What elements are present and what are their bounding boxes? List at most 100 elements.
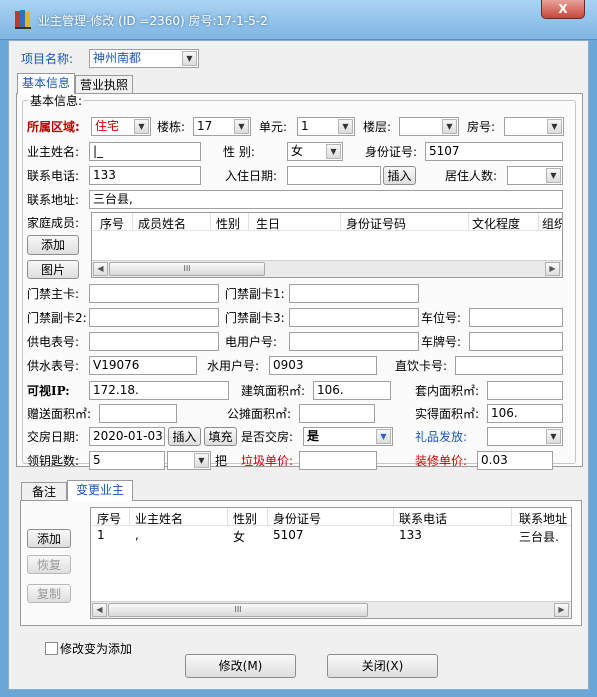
chevron-down-icon[interactable]: ▼: [194, 453, 209, 468]
owner-name-label: 业主姓名:: [27, 145, 80, 159]
family-add-button[interactable]: 添加: [27, 235, 79, 255]
decoration-price-input[interactable]: 0.03: [477, 451, 553, 470]
power-meter-input[interactable]: [89, 332, 219, 351]
family-col-name: 成员姓名: [138, 217, 187, 231]
close-window-button[interactable]: X: [541, 0, 585, 19]
residents-select[interactable]: ▼: [507, 166, 563, 185]
gift-area-label: 赠送面积㎡:: [27, 407, 92, 421]
parking-input[interactable]: [469, 308, 563, 327]
owner-name-input[interactable]: |_: [89, 142, 201, 161]
app-books-icon: [15, 10, 31, 29]
water-account-input[interactable]: 0903: [269, 356, 377, 375]
chevron-down-icon[interactable]: ▼: [442, 119, 457, 134]
movein-date-input[interactable]: [287, 166, 381, 185]
chevron-down-icon[interactable]: ▼: [234, 119, 249, 134]
plate-input[interactable]: [469, 332, 563, 351]
access-main-label: 门禁主卡:: [27, 287, 80, 301]
power-account-input[interactable]: [289, 332, 419, 351]
change-restore-button: 恢复: [27, 555, 71, 574]
chevron-down-icon[interactable]: ▼: [546, 168, 561, 183]
handover-date-label: 交房日期:: [27, 430, 80, 444]
access-sub1-input[interactable]: [289, 284, 419, 303]
water-meter-input[interactable]: V19076: [89, 356, 197, 375]
id-number-input[interactable]: 5107: [425, 142, 563, 161]
access-sub2-input[interactable]: [89, 308, 219, 327]
change-table-header: 序号 业主姓名 性别 身份证号 联系电话 联系地址: [91, 508, 571, 526]
family-photo-button[interactable]: 图片: [27, 260, 79, 279]
shared-area-input[interactable]: [299, 404, 375, 423]
change-owner-table[interactable]: 序号 业主姓名 性别 身份证号 联系电话 联系地址 1 , 女 5107 133…: [90, 507, 572, 619]
building-select[interactable]: 17 ▼: [193, 117, 251, 136]
build-area-label: 建筑面积㎡:: [241, 384, 306, 398]
chevron-down-icon[interactable]: ▼: [182, 51, 197, 66]
room-label: 房号:: [467, 120, 496, 134]
plate-label: 车牌号:: [421, 335, 462, 349]
tab-business-license[interactable]: 营业执照: [75, 75, 133, 94]
drink-card-input[interactable]: [455, 356, 563, 375]
access-sub1-label: 门禁副卡1:: [225, 287, 285, 301]
gift-distribution-select[interactable]: ▼: [487, 427, 563, 446]
actual-area-label: 实得面积㎡:: [415, 407, 480, 421]
chevron-down-icon[interactable]: ▼: [134, 119, 149, 134]
chevron-down-icon[interactable]: ▼: [547, 119, 562, 134]
modify-as-add-checkbox[interactable]: [45, 642, 58, 655]
inner-area-input[interactable]: [487, 381, 563, 400]
shared-area-label: 公摊面积㎡:: [227, 407, 292, 421]
row-id: 5107: [273, 528, 304, 542]
room-select[interactable]: ▼: [504, 117, 564, 136]
scroll-left-icon[interactable]: ◀: [93, 262, 108, 276]
movein-insert-button[interactable]: 插入: [383, 166, 416, 185]
row-address: 三台县.: [519, 530, 559, 544]
row-no: 1: [97, 528, 105, 542]
change-owner-panel: 添加 恢复 复制 序号 业主姓名 性别 身份证号 联系电话 联系地址 1 , 女: [20, 500, 582, 626]
close-button[interactable]: 关闭(X): [327, 654, 438, 678]
tab-basic-info[interactable]: 基本信息: [17, 73, 75, 94]
handover-fill-button[interactable]: 填充: [204, 427, 237, 446]
scroll-right-icon[interactable]: ▶: [554, 603, 569, 617]
modify-button[interactable]: 修改(M): [185, 654, 296, 678]
project-select[interactable]: 神州南都 ▼: [89, 49, 199, 68]
change-add-button[interactable]: 添加: [27, 529, 71, 548]
table-row[interactable]: 1 , 女 5107 133 三台县.: [91, 526, 571, 544]
family-table-header: 序号 成员姓名 性别 生日 身份证号码 文化程度 组织: [92, 213, 562, 231]
chevron-down-icon[interactable]: ▼: [326, 144, 341, 159]
change-col-address: 联系地址: [519, 512, 568, 526]
scroll-right-icon[interactable]: ▶: [545, 262, 560, 276]
tab-remark[interactable]: 备注: [21, 482, 67, 501]
address-input[interactable]: 三台县,: [89, 190, 563, 209]
chevron-down-icon[interactable]: ▼: [338, 119, 353, 134]
unit-select[interactable]: 1 ▼: [297, 117, 355, 136]
garbage-price-input[interactable]: [299, 451, 377, 470]
area-select[interactable]: 住宅 ▼: [91, 117, 151, 136]
gender-select[interactable]: 女 ▼: [287, 142, 343, 161]
handed-over-select[interactable]: 是 ▼: [303, 427, 393, 446]
tab-change-owner[interactable]: 变更业主: [67, 480, 133, 501]
gift-area-input[interactable]: [99, 404, 177, 423]
access-sub3-input[interactable]: [289, 308, 419, 327]
family-table-scrollbar[interactable]: ◀ III ▶: [92, 260, 562, 277]
floor-select[interactable]: ▼: [399, 117, 459, 136]
gift-distribution-label: 礼品发放:: [415, 430, 468, 444]
build-area-input[interactable]: 106.: [313, 381, 391, 400]
gender-label: 性 别:: [223, 145, 255, 159]
keys-select[interactable]: ▼: [167, 451, 211, 470]
change-table-scrollbar[interactable]: ◀ III ▶: [91, 601, 571, 618]
family-members-table[interactable]: 序号 成员姓名 性别 生日 身份证号码 文化程度 组织 ◀ III ▶: [91, 212, 563, 278]
intercom-ip-input[interactable]: 172.18.: [89, 381, 229, 400]
access-main-input[interactable]: [89, 284, 219, 303]
chevron-down-icon[interactable]: ▼: [546, 429, 561, 444]
handed-over-label: 是否交房:: [241, 430, 294, 444]
scroll-thumb[interactable]: III: [108, 603, 368, 617]
chevron-down-icon[interactable]: ▼: [376, 429, 391, 444]
scroll-thumb[interactable]: III: [109, 262, 265, 276]
residents-label: 居住人数:: [445, 169, 498, 183]
group-title: 基本信息:: [28, 94, 85, 108]
actual-area-input[interactable]: 106.: [487, 404, 563, 423]
handover-insert-button[interactable]: 插入: [168, 427, 201, 446]
keys-input[interactable]: 5: [89, 451, 165, 470]
handover-date-input[interactable]: 2020-01-03: [89, 427, 165, 446]
garbage-price-label: 垃圾单价:: [241, 454, 294, 468]
dialog-body: 项目名称: 神州南都 ▼ 基本信息 营业执照 基本信息: 所属区域: 住宅 ▼ 楼…: [8, 40, 589, 690]
phone-input[interactable]: 133: [89, 166, 201, 185]
scroll-left-icon[interactable]: ◀: [92, 603, 107, 617]
